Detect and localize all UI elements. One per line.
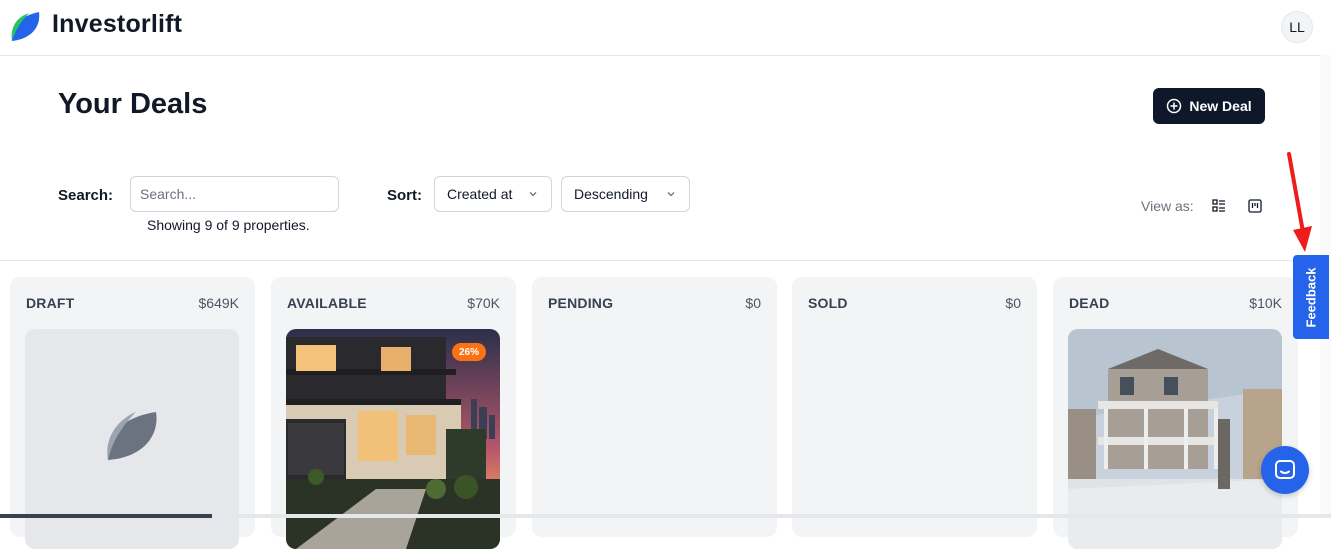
section-divider	[0, 260, 1331, 261]
column-total: $70K	[467, 295, 500, 311]
column-title: DEAD	[1069, 295, 1110, 311]
column-title: PENDING	[548, 295, 614, 311]
list-view-button[interactable]	[1210, 197, 1228, 215]
column-sold: SOLD $0	[792, 277, 1037, 537]
results-count: Showing 9 of 9 properties.	[147, 217, 310, 233]
chevron-down-icon	[529, 192, 537, 197]
annotation-arrow-icon	[1287, 152, 1312, 252]
horizontal-scrollbar[interactable]	[0, 514, 1331, 518]
image-placeholder-icon	[107, 412, 157, 460]
search-label: Search:	[58, 187, 114, 204]
column-total: $0	[745, 295, 761, 311]
search-input[interactable]	[130, 176, 339, 212]
brand-name[interactable]: Investorlift	[52, 10, 182, 39]
sort-field-value: Created at	[447, 186, 513, 202]
view-as-label: View as:	[1141, 198, 1194, 214]
top-navigation-bar: Investorlift LL	[0, 0, 1331, 56]
column-total: $10K	[1249, 295, 1282, 311]
column-pending: PENDING $0	[532, 277, 777, 537]
chat-launcher-button[interactable]	[1261, 446, 1309, 494]
list-view-icon	[1212, 199, 1225, 212]
user-avatar[interactable]: LL	[1281, 11, 1313, 43]
column-dead: DEAD $10K	[1053, 277, 1298, 549]
column-title: AVAILABLE	[287, 295, 367, 311]
new-deal-button[interactable]: New Deal	[1153, 88, 1265, 124]
board-view-button[interactable]	[1246, 197, 1264, 215]
feedback-label: Feedback	[1303, 267, 1319, 327]
chevron-down-icon	[667, 192, 675, 197]
sort-label: Sort:	[387, 187, 422, 204]
page-title: Your Deals	[58, 88, 208, 120]
column-title: DRAFT	[26, 295, 75, 311]
board-view-icon	[1248, 199, 1262, 213]
plus-circle-icon	[1167, 98, 1182, 114]
column-title: SOLD	[808, 295, 848, 311]
column-total: $649K	[198, 295, 239, 311]
column-total: $0	[1005, 295, 1021, 311]
roi-badge: 26%	[452, 343, 486, 361]
sort-field-select[interactable]: Created at	[434, 176, 552, 212]
chat-icon	[1275, 460, 1295, 479]
scrollbar-thumb[interactable]	[0, 514, 212, 518]
column-draft: DRAFT $649K	[10, 277, 255, 549]
new-deal-label: New Deal	[1189, 98, 1252, 114]
sort-order-select[interactable]: Descending	[561, 176, 690, 212]
feedback-tab[interactable]: Feedback	[1293, 255, 1329, 339]
sort-order-value: Descending	[574, 186, 648, 202]
investorlift-logo-icon[interactable]	[9, 9, 43, 43]
column-available: AVAILABLE $70K 26%	[271, 277, 516, 549]
